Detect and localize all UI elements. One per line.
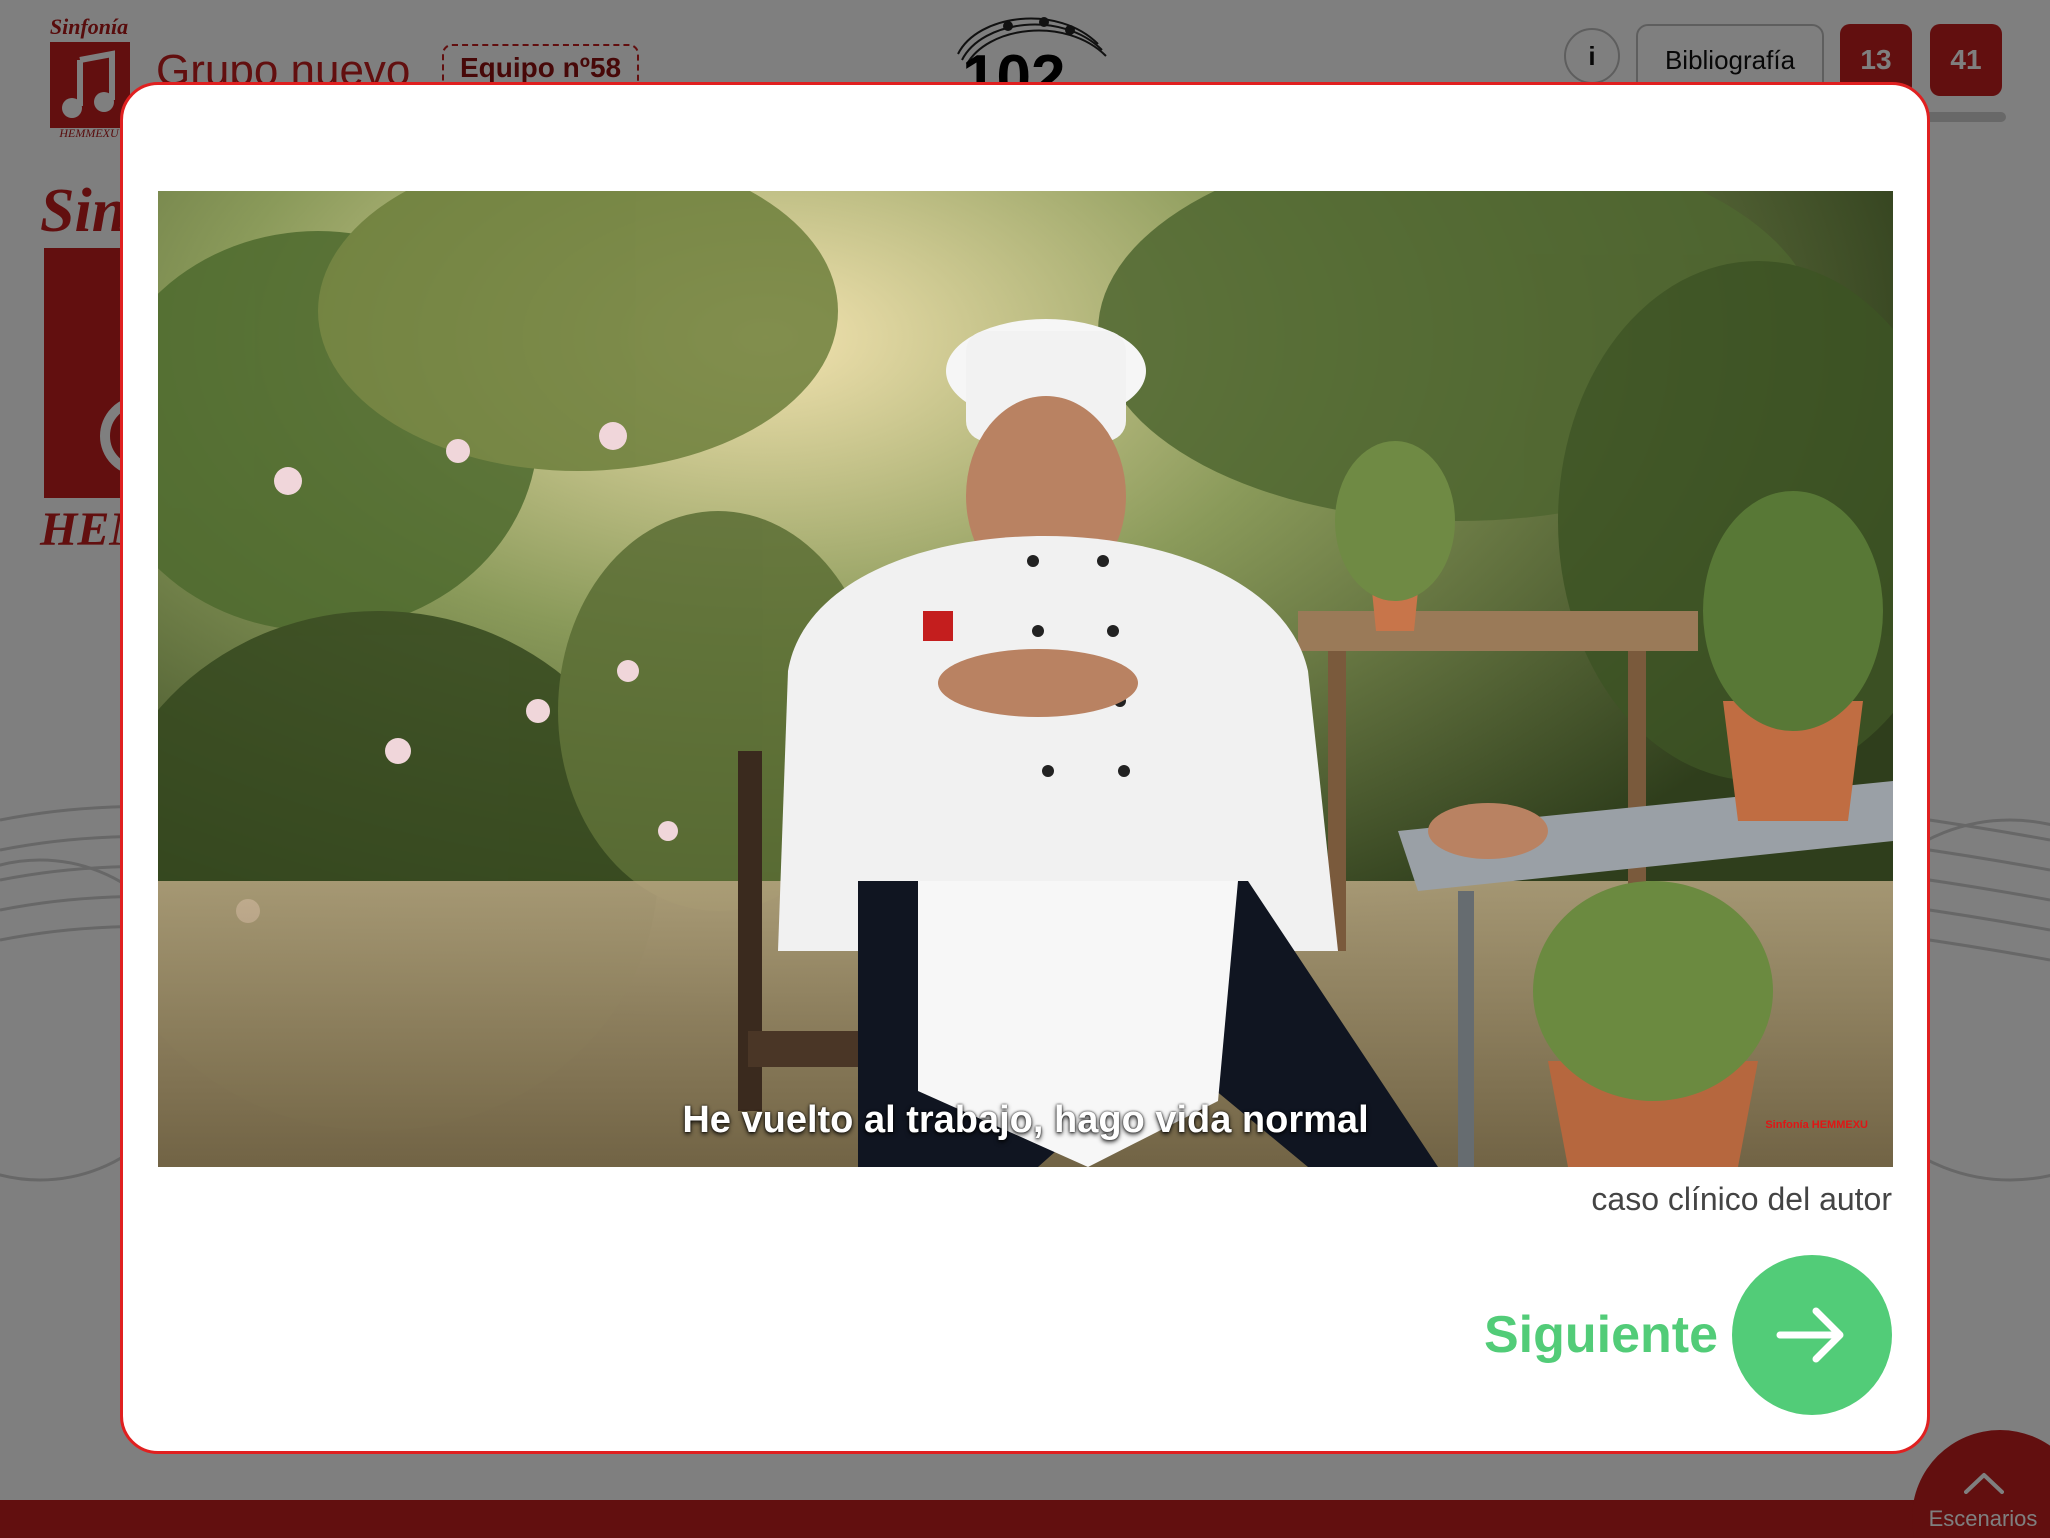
arrow-right-icon [1776, 1307, 1844, 1363]
video-frame [158, 191, 1893, 1167]
next-button[interactable] [1732, 1255, 1892, 1415]
video-modal: He vuelto al trabajo, hago vida normal S… [120, 82, 1930, 1454]
video-player[interactable]: He vuelto al trabajo, hago vida normal S… [158, 191, 1893, 1167]
video-watermark: Sinfonía HEMMEXU [1765, 1119, 1868, 1131]
video-subtitle: He vuelto al trabajo, hago vida normal [682, 1099, 1369, 1141]
video-caption: caso clínico del autor [1591, 1181, 1892, 1217]
next-label[interactable]: Siguiente [1484, 1305, 1718, 1365]
